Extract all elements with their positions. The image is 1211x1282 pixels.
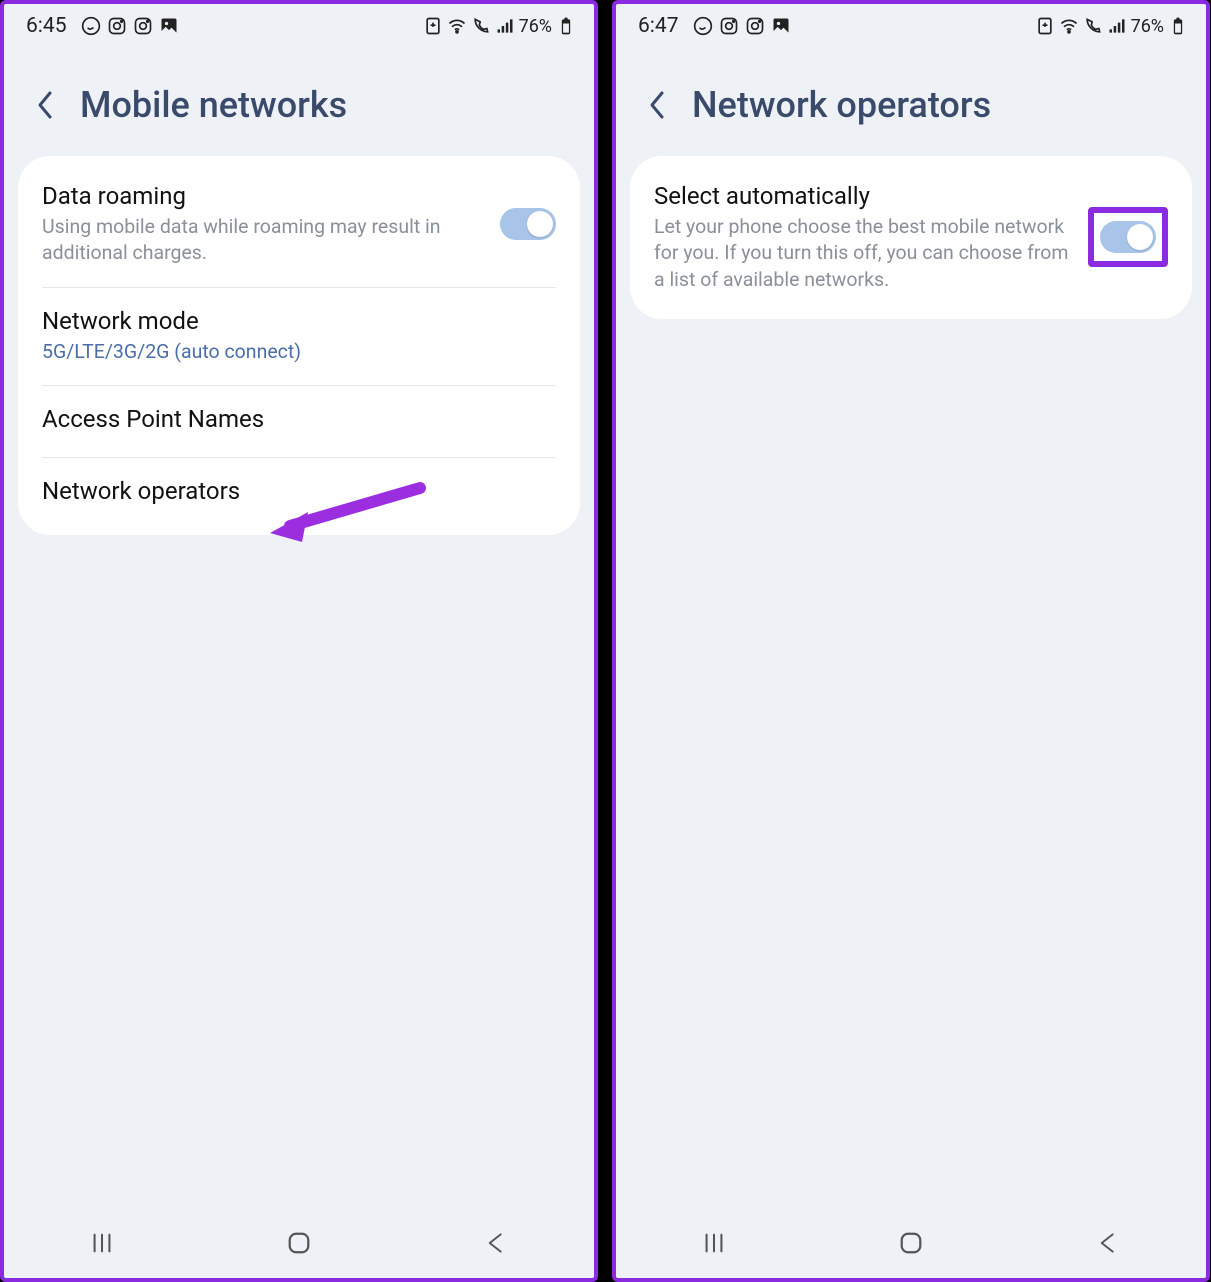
page-title: Network operators [692,84,991,126]
data-saver-icon [1035,16,1055,36]
status-icons-right: 76% [1035,16,1188,37]
row-title: Access Point Names [42,405,556,433]
home-button[interactable] [897,1229,925,1257]
row-select-automatically[interactable]: Select automatically Let your phone choo… [630,162,1192,313]
row-data-roaming[interactable]: Data roaming Using mobile data while roa… [18,162,580,287]
row-apn[interactable]: Access Point Names [18,385,580,457]
page-header: Mobile networks [4,44,594,156]
nav-bar [4,1208,594,1278]
chevron-left-icon [648,89,668,121]
status-time: 6:45 [26,14,67,38]
row-network-operators[interactable]: Network operators [18,457,580,529]
chevron-left-icon [36,89,56,121]
status-time: 6:47 [638,14,679,38]
row-title: Data roaming [42,182,484,210]
row-title: Select automatically [654,182,1072,210]
home-button[interactable] [285,1229,313,1257]
gallery-icon [159,16,179,36]
data-roaming-toggle[interactable] [500,208,556,240]
nav-back-button[interactable] [482,1229,510,1257]
volte-icon [1083,16,1103,36]
row-subtitle: Let your phone choose the best mobile ne… [654,214,1072,293]
battery-percent: 76% [519,16,552,37]
battery-icon [556,16,576,36]
recents-button[interactable] [700,1229,728,1257]
data-saver-icon [423,16,443,36]
status-bar: 6:45 76% [4,4,594,44]
whatsapp-icon [693,16,713,36]
page-title: Mobile networks [80,84,347,126]
nav-bar [616,1208,1206,1278]
instagram-icon [745,16,765,36]
recents-button[interactable] [88,1229,116,1257]
row-network-mode[interactable]: Network mode 5G/LTE/3G/2G (auto connect) [18,287,580,385]
annotation-highlight [1088,207,1168,267]
volte-icon [471,16,491,36]
gallery-icon [771,16,791,36]
instagram-icon [133,16,153,36]
wifi-icon [1059,16,1079,36]
status-bar: 6:47 76% [616,4,1206,44]
back-button[interactable] [644,89,672,121]
settings-card: Data roaming Using mobile data while roa… [18,156,580,535]
row-title: Network mode [42,307,556,335]
select-automatically-toggle[interactable] [1100,221,1156,253]
battery-percent: 76% [1131,16,1164,37]
screenshot-network-operators: 6:47 76% Network operators Select autom [612,0,1210,1282]
whatsapp-icon [81,16,101,36]
screenshot-mobile-networks: 6:45 76% Mobile networks Data roaming [0,0,598,1282]
status-icons-right: 76% [423,16,576,37]
instagram-icon [719,16,739,36]
wifi-icon [447,16,467,36]
nav-back-button[interactable] [1094,1229,1122,1257]
signal-icon [1107,16,1127,36]
status-icons-left [81,16,179,36]
status-icons-left [693,16,791,36]
battery-icon [1168,16,1188,36]
row-subtitle: Using mobile data while roaming may resu… [42,214,484,267]
row-title: Network operators [42,477,556,505]
signal-icon [495,16,515,36]
row-subtitle: 5G/LTE/3G/2G (auto connect) [42,339,556,365]
settings-card: Select automatically Let your phone choo… [630,156,1192,319]
page-header: Network operators [616,44,1206,156]
instagram-icon [107,16,127,36]
back-button[interactable] [32,89,60,121]
